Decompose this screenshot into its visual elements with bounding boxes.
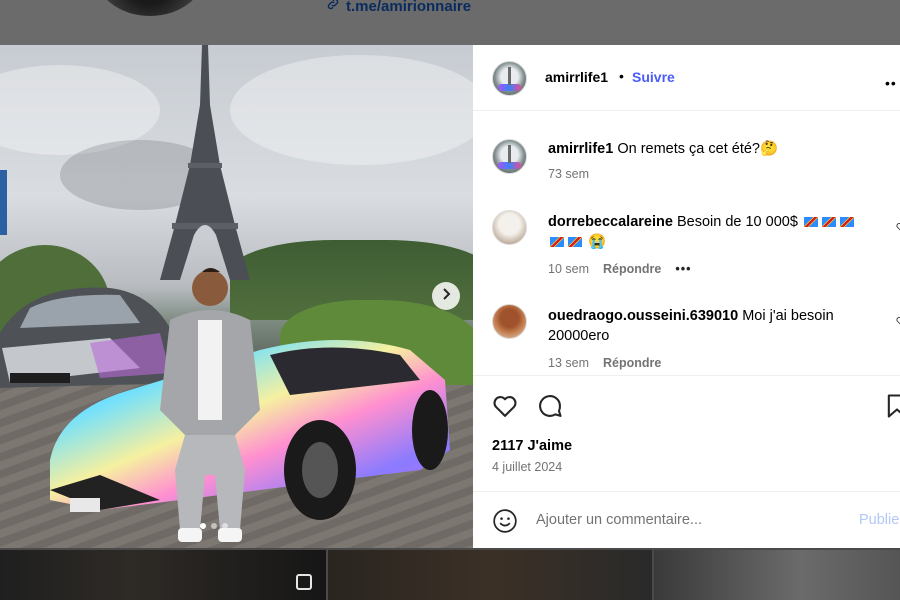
comment-options-button[interactable]: ••• [675,262,691,276]
carousel-indicator [200,523,228,529]
caption-time: 73 sem [548,167,589,181]
carousel-dot-active [200,523,206,529]
flag-icon [821,217,836,227]
carousel-dot [211,523,217,529]
flag-icon [550,237,564,247]
street-sign [0,170,7,235]
reply-button[interactable]: Répondre [603,262,661,276]
bookmark-icon[interactable] [883,392,900,420]
profile-link-text: t.me/amirionnaire [346,0,472,15]
comment-emoji: 😭 [588,234,607,250]
grid-thumbnail[interactable] [654,550,900,600]
man-figure [160,268,260,542]
profile-avatar [95,0,205,16]
comment-time: 13 sem [548,356,589,370]
caption-meta: 73 sem [548,167,589,181]
reply-button[interactable]: Répondre [603,356,661,370]
profile-link[interactable]: t.me/amirionnaire [326,0,471,15]
caption-text: amirrlife1 On remets ça cet été?🤔 [548,139,888,159]
caption-avatar[interactable] [492,139,527,174]
author-avatar[interactable] [492,61,527,96]
multiple-photos-icon [296,574,312,590]
comment-input[interactable] [536,509,836,531]
caption-username[interactable]: amirrlife1 [548,141,613,157]
caption-body: On remets ça cet été?🤔 [617,141,779,157]
chevron-right-icon [440,287,452,305]
follow-button[interactable]: Suivre [632,69,675,85]
comment-meta: 10 sem Répondre ••• [548,262,691,276]
flag-icon [568,237,582,247]
commenter-username[interactable]: ouedraogo.ousseini.639010 [548,308,738,324]
header-separator: • [619,68,624,84]
commenter-username[interactable]: dorrebeccalareine [548,214,673,230]
profile-grid-backdrop [0,548,900,600]
post-actions: 2117 J'aime 4 juillet 2024 [473,375,900,495]
carousel-dot [222,523,228,529]
heart-icon[interactable] [491,392,519,420]
comment-body: Besoin de 10 000$ [676,214,798,230]
link-icon [326,0,340,15]
post-header: amirrlife1 • Suivre •• [473,45,900,111]
comment-time: 10 sem [548,262,589,276]
add-comment-bar: Publier [473,491,900,548]
comment-like-icon[interactable] [896,316,900,326]
commenter-avatar[interactable] [492,304,527,339]
profile-header-backdrop: t.me/amirionnaire [0,0,900,45]
author-username[interactable]: amirrlife1 [545,69,608,85]
eiffel-tower [160,45,250,280]
publish-button[interactable]: Publier [859,512,900,528]
comment-meta: 13 sem Répondre [548,356,661,370]
cloud [230,55,473,165]
more-options-button[interactable]: •• [885,75,897,91]
post-photo[interactable] [0,45,473,548]
likes-count[interactable]: 2117 J'aime [492,438,572,454]
comment-text: dorrebeccalareine Besoin de 10 000$ 😭 [548,212,888,252]
comment-icon[interactable] [536,392,564,420]
comment-text: ouedraogo.ousseini.639010 Moi j'ai besoi… [548,306,888,346]
grid-thumbnail[interactable] [328,550,652,600]
post-details-panel: amirrlife1 • Suivre •• amirrlife1 On rem… [473,45,900,548]
next-slide-button[interactable] [432,282,460,310]
comment-like-icon[interactable] [896,222,900,232]
commenter-avatar[interactable] [492,210,527,245]
flag-icon [839,217,854,227]
emoji-icon[interactable] [492,508,518,534]
flag-icon [803,217,818,227]
post-date: 4 juillet 2024 [492,460,563,474]
grid-thumbnail[interactable] [0,550,326,600]
